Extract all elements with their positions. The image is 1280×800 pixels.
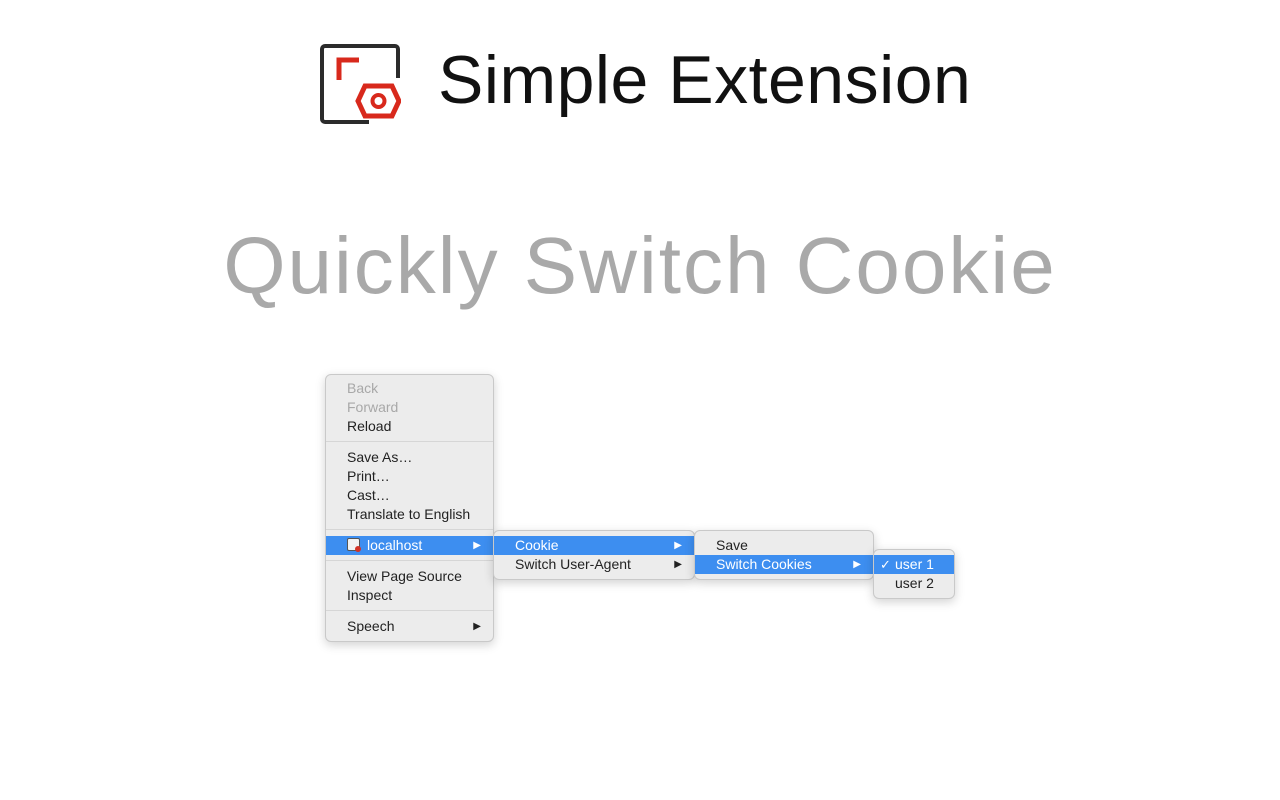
menu-separator <box>326 560 493 561</box>
menu-separator <box>326 610 493 611</box>
menu-item-label: Forward <box>347 399 399 415</box>
menu-item-label: Cast… <box>347 487 390 503</box>
menu-item-switch-cookies[interactable]: Switch Cookies ▶ <box>695 555 873 574</box>
menu-item-cast[interactable]: Cast… <box>326 486 493 505</box>
users-submenu: ✓ user 1 user 2 <box>873 549 955 599</box>
menu-item-label: Cookie <box>515 537 559 553</box>
menu-item-label: Save As… <box>347 449 413 465</box>
promo-stage: Simple Extension Quickly Switch Cookie B… <box>0 0 1280 800</box>
menu-item-inspect[interactable]: Inspect <box>326 586 493 605</box>
menu-item-label: Reload <box>347 418 392 434</box>
menu-item-label: Switch User-Agent <box>515 556 631 572</box>
menu-item-user-2[interactable]: user 2 <box>874 574 954 593</box>
context-menu: Back Forward Reload Save As… Print… Cast… <box>325 374 494 642</box>
menu-item-label: Save <box>716 537 748 553</box>
menu-item-label: Inspect <box>347 587 393 603</box>
checkmark-icon: ✓ <box>880 557 891 572</box>
submenu-arrow-icon: ▶ <box>473 621 481 632</box>
menu-item-cookie[interactable]: Cookie ▶ <box>494 536 694 555</box>
menu-item-label: user 1 <box>895 556 934 572</box>
menu-item-label: user 2 <box>895 575 934 591</box>
menu-item-user-1[interactable]: ✓ user 1 <box>874 555 954 574</box>
menu-separator <box>326 441 493 442</box>
submenu-arrow-icon: ▶ <box>674 540 682 551</box>
menu-item-reload[interactable]: Reload <box>326 417 493 436</box>
menu-item-translate[interactable]: Translate to English <box>326 505 493 524</box>
menu-item-label: Back <box>347 380 379 396</box>
extension-site-icon <box>347 538 361 552</box>
menu-item-label: View Page Source <box>347 568 462 584</box>
menu-item-forward[interactable]: Forward <box>326 398 493 417</box>
menu-item-label: localhost <box>367 537 423 553</box>
submenu-arrow-icon: ▶ <box>473 540 481 551</box>
menu-item-label: Switch Cookies <box>716 556 812 572</box>
menu-item-save-cookie[interactable]: Save <box>695 536 873 555</box>
extension-logo-icon <box>320 44 401 125</box>
menu-item-localhost[interactable]: localhost ▶ <box>326 536 493 555</box>
menu-separator <box>326 529 493 530</box>
extension-submenu: Cookie ▶ Switch User-Agent ▶ <box>493 530 695 580</box>
menu-item-save-as[interactable]: Save As… <box>326 448 493 467</box>
menu-item-label: Print… <box>347 468 390 484</box>
brand-title: Simple Extension <box>438 42 972 118</box>
submenu-arrow-icon: ▶ <box>853 559 861 570</box>
menu-item-switch-user-agent[interactable]: Switch User-Agent ▶ <box>494 555 694 574</box>
menu-item-print[interactable]: Print… <box>326 467 493 486</box>
menu-item-label: Speech <box>347 618 395 634</box>
headline: Quickly Switch Cookie <box>223 221 1057 310</box>
menu-item-label: Translate to English <box>347 506 471 522</box>
submenu-arrow-icon: ▶ <box>674 559 682 570</box>
menu-item-speech[interactable]: Speech ▶ <box>326 617 493 636</box>
cookie-submenu: Save Switch Cookies ▶ <box>694 530 874 580</box>
menu-item-view-source[interactable]: View Page Source <box>326 567 493 586</box>
menu-item-back[interactable]: Back <box>326 379 493 398</box>
